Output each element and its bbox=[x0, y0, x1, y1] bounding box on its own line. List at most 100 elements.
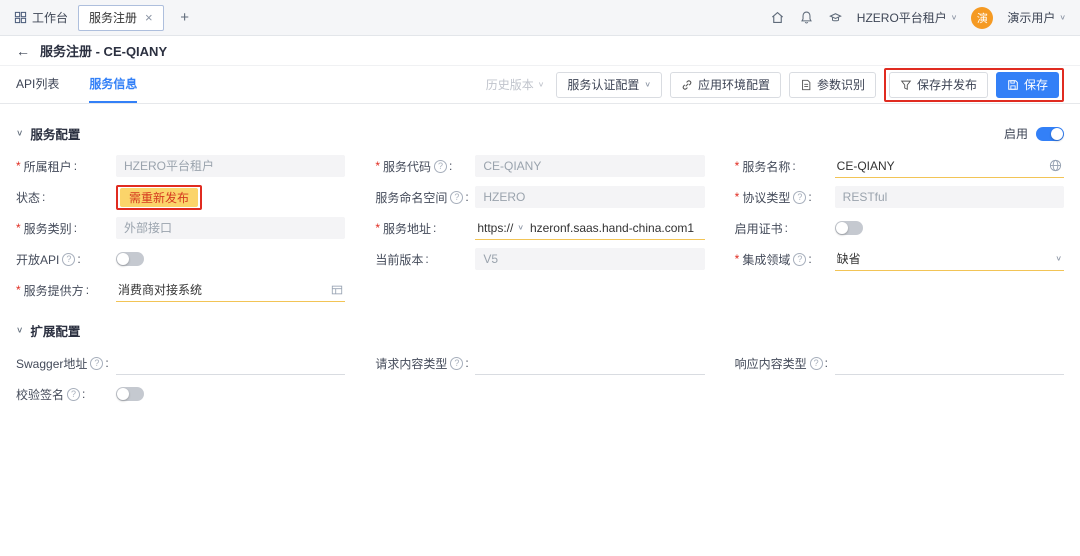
user-menu[interactable]: 演示用户 ∨ bbox=[1007, 9, 1066, 26]
chevron-down-icon: ∨ bbox=[1055, 254, 1062, 263]
domain-select[interactable]: 缺省 ∨ bbox=[834, 248, 1064, 271]
required-marker bbox=[735, 252, 743, 266]
field-service-name-label: 服务名称 bbox=[735, 158, 835, 175]
provider-input[interactable] bbox=[116, 279, 328, 300]
field-version: 当前版本 V5 bbox=[375, 246, 705, 272]
field-status: 状态 需重新发布 bbox=[16, 184, 345, 210]
field-domain-label: 集成领域? bbox=[735, 251, 835, 268]
field-sign-check: 校验签名? bbox=[16, 381, 345, 407]
workbench-label: 工作台 bbox=[32, 11, 69, 25]
help-icon: ? bbox=[90, 356, 104, 370]
add-tab-button[interactable]: + bbox=[174, 7, 196, 29]
save-and-publish-button[interactable]: 保存并发布 bbox=[888, 71, 988, 98]
annotation-box-status: 需重新发布 bbox=[116, 184, 203, 210]
tab-api-list[interactable]: API列表 bbox=[16, 66, 59, 103]
tab-service-info[interactable]: 服务信息 bbox=[89, 66, 138, 103]
field-service-name: 服务名称 bbox=[735, 153, 1064, 179]
required-marker bbox=[16, 283, 24, 297]
field-category: 服务类别 外部接口 bbox=[16, 215, 346, 241]
help-center-icon[interactable] bbox=[828, 10, 843, 25]
field-response-type-label: 响应内容类型? bbox=[735, 355, 835, 372]
grid-spacer bbox=[735, 381, 1064, 407]
required-marker bbox=[16, 159, 24, 173]
section-extension-config: ∨ 扩展配置 bbox=[16, 309, 1064, 350]
globe-icon[interactable] bbox=[1049, 159, 1064, 172]
auth-config-button[interactable]: 服务认证配置 ∨ bbox=[556, 71, 662, 98]
chevron-down-icon: ∨ bbox=[950, 13, 958, 22]
home-icon[interactable] bbox=[770, 10, 785, 25]
namespace-input: HZERO bbox=[475, 186, 705, 208]
field-protocol: 协议类型? RESTful bbox=[735, 184, 1064, 210]
required-marker bbox=[735, 159, 743, 173]
page-header: ← 服务注册 - CE-QIANY bbox=[0, 36, 1080, 66]
help-icon: ? bbox=[809, 356, 823, 370]
open-tab-label: 服务注册 bbox=[89, 11, 138, 25]
service-name-input[interactable] bbox=[834, 155, 1045, 176]
service-code-input: CE-QIANY bbox=[475, 155, 705, 177]
param-detect-button[interactable]: 参数识别 bbox=[788, 71, 876, 98]
category-input: 外部接口 bbox=[116, 217, 346, 239]
funnel-icon bbox=[900, 79, 912, 91]
chevron-down-icon: ∨ bbox=[1059, 13, 1066, 22]
lov-picker-icon[interactable] bbox=[331, 284, 345, 296]
field-request-type: 请求内容类型? bbox=[375, 350, 705, 376]
field-open-api-label: 开放API? bbox=[16, 251, 116, 268]
response-type-input[interactable] bbox=[834, 352, 1064, 373]
field-tenant: 所属租户 HZERO平台租户 bbox=[16, 153, 346, 179]
grid-spacer bbox=[375, 381, 704, 407]
back-button[interactable]: ← bbox=[16, 43, 30, 59]
enable-label: 启用 bbox=[1003, 127, 1028, 141]
open-tab-service-registration[interactable]: 服务注册 × bbox=[78, 4, 164, 31]
bell-icon[interactable] bbox=[799, 10, 814, 25]
field-namespace-label: 服务命名空间? bbox=[375, 189, 475, 206]
chevron-down-icon[interactable]: ∨ bbox=[517, 223, 524, 232]
document-icon bbox=[800, 79, 812, 91]
field-cert: 启用证书 bbox=[735, 215, 1064, 241]
open-api-toggle[interactable] bbox=[116, 252, 144, 266]
avatar[interactable]: 演 bbox=[971, 6, 994, 29]
field-provider: 服务提供方 bbox=[16, 277, 346, 303]
form-content: ∨ 服务配置 启用 所属租户 HZERO平台租户 服务代码? CE-QIANY … bbox=[0, 104, 1080, 556]
field-service-code: 服务代码? CE-QIANY bbox=[375, 153, 705, 179]
field-request-type-label: 请求内容类型? bbox=[375, 355, 475, 372]
user-label: 演示用户 bbox=[1007, 11, 1056, 25]
workbench-tab[interactable]: 工作台 bbox=[14, 9, 78, 26]
enable-cert-toggle[interactable] bbox=[834, 221, 863, 235]
save-button[interactable]: 保存 bbox=[995, 71, 1059, 98]
help-icon: ? bbox=[793, 190, 807, 204]
history-version-select[interactable]: 历史版本 ∨ bbox=[486, 76, 545, 93]
section-service-config: ∨ 服务配置 启用 bbox=[16, 112, 1064, 153]
request-type-input[interactable] bbox=[475, 352, 705, 373]
tenant-select[interactable]: HZERO平台租户 ∨ bbox=[857, 9, 958, 26]
grid-spacer bbox=[375, 277, 704, 303]
field-swagger: Swagger地址? bbox=[16, 350, 346, 376]
chevron-down-icon: ∨ bbox=[644, 80, 651, 89]
tabs-toolbar-row: API列表 服务信息 历史版本 ∨ 服务认证配置 ∨ 应用环境配置 参数识别 保… bbox=[0, 66, 1080, 104]
enable-toggle[interactable] bbox=[1036, 126, 1064, 141]
chevron-down-icon[interactable]: ∨ bbox=[16, 129, 23, 138]
env-config-button[interactable]: 应用环境配置 bbox=[669, 71, 781, 98]
field-sign-check-label: 校验签名? bbox=[16, 386, 116, 403]
chevron-down-icon[interactable]: ∨ bbox=[16, 326, 23, 335]
help-icon: ? bbox=[450, 190, 464, 204]
top-tab-bar: 工作台 服务注册 × + HZERO平台租户 ∨ 演 演示用户 ∨ bbox=[0, 0, 1080, 36]
service-address-input[interactable] bbox=[527, 217, 705, 238]
chevron-down-icon: ∨ bbox=[537, 80, 545, 89]
required-marker bbox=[735, 190, 743, 204]
close-icon[interactable]: × bbox=[145, 11, 153, 24]
required-marker bbox=[375, 159, 383, 173]
field-address: 服务地址 https:// ∨ bbox=[375, 215, 705, 241]
save-icon bbox=[1007, 79, 1019, 91]
field-cert-label: 启用证书 bbox=[735, 220, 835, 237]
protocol-input: RESTful bbox=[834, 186, 1064, 208]
swagger-input[interactable] bbox=[116, 352, 346, 373]
protocol-prefix-select[interactable]: https:// bbox=[475, 221, 513, 235]
required-marker bbox=[375, 221, 383, 235]
app-window: 工作台 服务注册 × + HZERO平台租户 ∨ 演 演示用户 ∨ ← 服务注册… bbox=[0, 0, 1080, 556]
field-response-type: 响应内容类型? bbox=[735, 350, 1064, 376]
sign-check-toggle[interactable] bbox=[116, 387, 144, 401]
help-icon: ? bbox=[67, 387, 81, 401]
field-status-label: 状态 bbox=[16, 189, 116, 206]
version-input: V5 bbox=[475, 248, 705, 270]
workbench-grid-icon bbox=[14, 11, 27, 24]
